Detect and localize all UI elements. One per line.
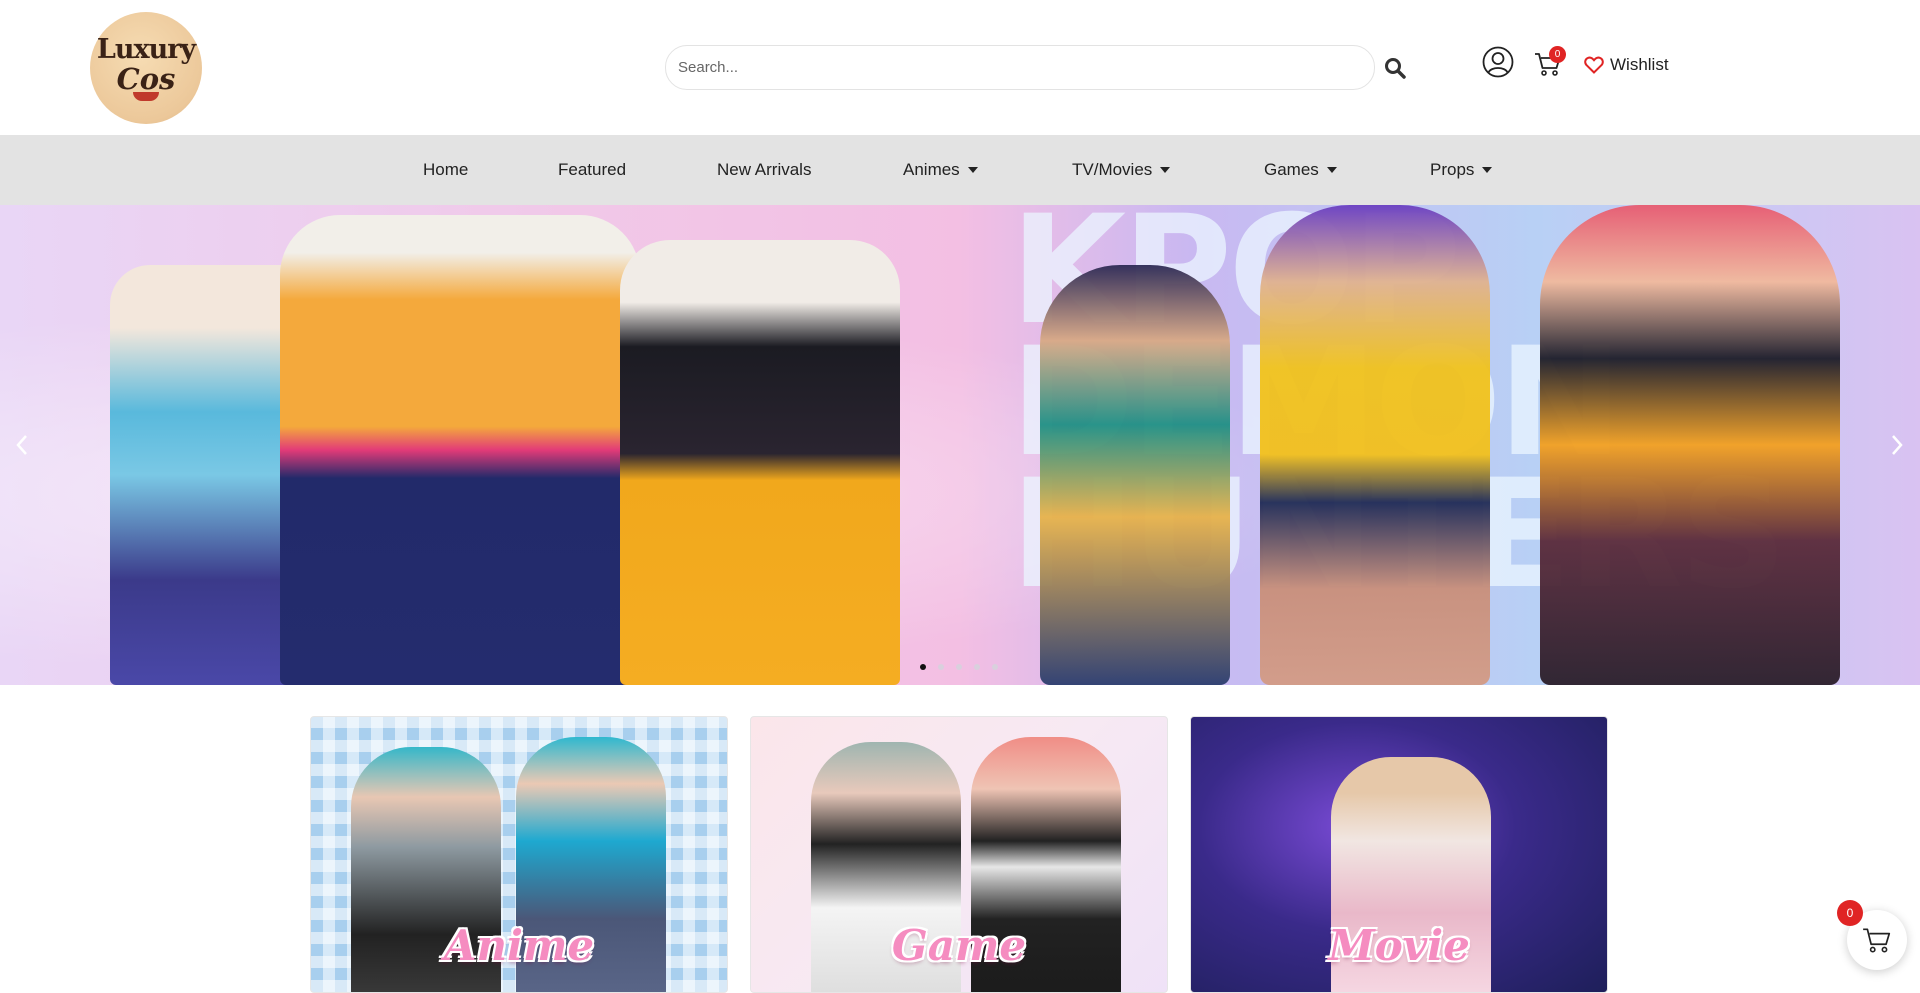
nav-label: Games	[1264, 160, 1319, 179]
floating-cart-count-badge: 0	[1837, 900, 1863, 926]
nav-label: Animes	[903, 160, 960, 179]
wishlist-link[interactable]: Wishlist	[1584, 55, 1669, 75]
nav-item-tv-movies[interactable]: TV/Movies	[1072, 135, 1171, 205]
site-header: Luxury Cos 0 Wishlist	[0, 0, 1920, 135]
cart-icon	[1863, 928, 1891, 953]
slide-dot[interactable]	[974, 664, 980, 670]
caret-down-icon	[1326, 167, 1337, 173]
nav-item-new-arrivals[interactable]: New Arrivals	[717, 135, 811, 205]
caret-down-icon	[967, 167, 978, 173]
caret-down-icon	[1160, 167, 1171, 173]
hero-next-button[interactable]	[1885, 430, 1909, 460]
nav-label: New Arrivals	[717, 160, 812, 179]
character-3	[1540, 205, 1840, 685]
character-2	[1260, 205, 1490, 685]
hero-slider[interactable]: KPOPDEMONHUNTERS	[0, 205, 1920, 685]
search-button[interactable]	[1380, 53, 1410, 83]
cart-count-badge: 0	[1549, 46, 1566, 63]
slide-dot[interactable]	[992, 664, 998, 670]
wishlist-label: Wishlist	[1610, 55, 1669, 74]
nav-label: Home	[423, 160, 469, 179]
category-card-game[interactable]: Game	[750, 716, 1168, 993]
heart-icon	[1584, 56, 1604, 74]
character-1	[1040, 265, 1230, 685]
nav-item-featured[interactable]: Featured	[558, 135, 626, 205]
hero-prev-button[interactable]	[10, 430, 34, 460]
slide-dot[interactable]	[920, 664, 926, 670]
category-card-movie[interactable]: Movie	[1190, 716, 1608, 993]
chevron-right-icon	[1892, 435, 1903, 455]
nav-item-games[interactable]: Games	[1264, 135, 1337, 205]
nav-item-props[interactable]: Props	[1430, 135, 1493, 205]
search-icon	[1385, 58, 1406, 79]
costume-mannequin-3	[620, 240, 900, 685]
logo-lips-graphic	[133, 91, 159, 101]
logo-line1: Luxury	[96, 33, 196, 65]
nav-item-home[interactable]: Home	[423, 135, 468, 205]
site-logo[interactable]: Luxury Cos	[90, 12, 202, 124]
nav-label: Featured	[558, 160, 627, 179]
category-label: Movie	[1328, 921, 1470, 970]
category-label: Anime	[443, 921, 595, 970]
nav-item-animes[interactable]: Animes	[903, 135, 978, 205]
nav-label: TV/Movies	[1072, 160, 1153, 179]
slide-dot[interactable]	[938, 664, 944, 670]
account-button[interactable]	[1482, 46, 1514, 78]
nav-label: Props	[1430, 160, 1475, 179]
logo-line2: Cos	[116, 61, 176, 96]
caret-down-icon	[1482, 167, 1493, 173]
category-card-anime[interactable]: Anime	[310, 716, 728, 993]
hero-pagination	[920, 664, 998, 670]
search-input[interactable]	[665, 45, 1375, 90]
main-nav: Home Featured New Arrivals Animes TV/Mov…	[0, 135, 1920, 205]
account-icon	[1482, 46, 1514, 78]
chevron-left-icon	[16, 435, 27, 455]
slide-dot[interactable]	[956, 664, 962, 670]
costume-mannequin-2	[280, 215, 640, 685]
category-label: Game	[891, 921, 1027, 970]
